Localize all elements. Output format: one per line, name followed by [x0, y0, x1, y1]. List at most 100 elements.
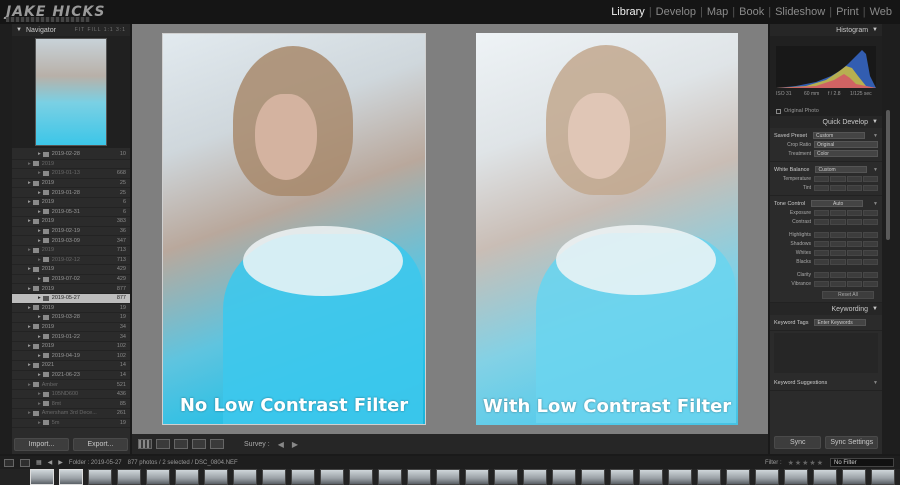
survey-view-icon[interactable] [192, 439, 206, 449]
folder-row[interactable]: ▸ 2019-04-19 102 [12, 351, 130, 362]
disclosure-triangle-icon[interactable]: ▸ [38, 391, 41, 397]
back-arrow-icon[interactable]: ◀ [48, 459, 53, 466]
folder-row[interactable]: ▸ 2019 34 [12, 323, 130, 333]
disclosure-triangle-icon[interactable]: ▸ [28, 382, 31, 388]
arrow-right-icon[interactable]: ▶ [292, 440, 298, 449]
crop-ratio-dropdown[interactable]: Original [814, 141, 878, 148]
filmstrip-thumbnail[interactable] [262, 469, 286, 485]
module-web[interactable]: Web [866, 6, 896, 18]
folder-row[interactable]: ▸ 2019 429 [12, 265, 130, 275]
filmstrip-thumbnail[interactable] [813, 469, 837, 485]
disclosure-triangle-icon[interactable]: ▸ [38, 257, 41, 263]
people-view-icon[interactable] [210, 439, 224, 449]
disclosure-triangle-icon[interactable]: ▸ [28, 286, 31, 292]
folder-row[interactable]: ▸ 105ND600 436 [12, 390, 130, 400]
filmstrip-thumbnail[interactable] [784, 469, 808, 485]
disclosure-triangle-icon[interactable]: ▸ [38, 209, 41, 215]
disclosure-triangle-icon[interactable]: ▸ [28, 324, 31, 330]
module-develop[interactable]: Develop [652, 6, 700, 18]
folder-row[interactable]: ▸ 2019 6 [12, 198, 130, 208]
right-panel-scrollbar[interactable] [886, 110, 890, 240]
filmstrip-thumbnail[interactable] [30, 469, 54, 485]
filmstrip-thumbnail[interactable] [610, 469, 634, 485]
folder-row[interactable]: ▸ 2019 25 [12, 179, 130, 189]
folder-row[interactable]: ▸ 2019-03-28 19 [12, 313, 130, 323]
blacks-stepper[interactable] [814, 258, 878, 265]
reset-all-button[interactable]: Reset All [822, 291, 874, 299]
forward-arrow-icon[interactable]: ▶ [58, 459, 63, 466]
filmstrip-thumbnail[interactable] [639, 469, 663, 485]
second-window-icon[interactable] [20, 458, 30, 467]
disclosure-triangle-icon[interactable]: ▸ [38, 372, 41, 378]
temperature-stepper[interactable] [814, 175, 878, 182]
folder-row[interactable]: ▸ 2019 102 [12, 342, 130, 352]
white-balance-dropdown[interactable]: Custom [815, 166, 868, 173]
folder-row[interactable]: ▸ 2019-05-27 877 [12, 293, 130, 304]
filmstrip-thumbnail[interactable] [204, 469, 228, 485]
tint-stepper[interactable] [814, 184, 878, 191]
filmstrip-thumbnail[interactable] [88, 469, 112, 485]
keyword-tags-dropdown[interactable]: Enter Keywords [814, 319, 867, 326]
disclosure-triangle-icon[interactable]: ▸ [38, 334, 41, 340]
filmstrip-thumbnail[interactable] [726, 469, 750, 485]
arrow-left-icon[interactable]: ◀ [278, 440, 284, 449]
filmstrip-thumbnail[interactable] [697, 469, 721, 485]
photo-with-filter[interactable]: With Low Contrast Filter [476, 33, 738, 425]
filmstrip-thumbnail[interactable] [146, 469, 170, 485]
folder-row[interactable]: ▸ 2019 [12, 160, 130, 170]
filmstrip-thumbnail[interactable] [871, 469, 895, 485]
folder-row[interactable]: ▸ 2021 14 [12, 361, 130, 371]
whites-stepper[interactable] [814, 249, 878, 256]
rating-filter-stars[interactable]: ★★★★★ [788, 459, 824, 467]
disclosure-triangle-icon[interactable]: ▸ [28, 180, 31, 186]
keywording-header[interactable]: Keywording ▼ [770, 303, 882, 315]
filmstrip-thumbnail[interactable] [175, 469, 199, 485]
module-print[interactable]: Print [832, 6, 863, 18]
disclosure-triangle-icon[interactable]: ▸ [38, 353, 41, 359]
folder-row[interactable]: ▸ 5m 19 [12, 419, 130, 428]
sync-settings-button[interactable]: Sync Settings [825, 436, 878, 449]
chevron-down-icon[interactable]: ▼ [873, 167, 878, 173]
right-panel-edge[interactable] [882, 24, 900, 454]
disclosure-triangle-icon[interactable]: ▸ [28, 199, 31, 205]
disclosure-triangle-icon[interactable]: ▸ [28, 161, 31, 167]
grid-view-icon[interactable] [138, 439, 152, 449]
filmstrip-thumbnail[interactable] [842, 469, 866, 485]
disclosure-triangle-icon[interactable]: ▸ [28, 362, 31, 368]
disclosure-triangle-icon[interactable]: ▸ [38, 190, 41, 196]
clarity-stepper[interactable] [814, 271, 878, 278]
filter-preset-dropdown[interactable]: No Filter [830, 458, 894, 467]
disclosure-triangle-icon[interactable]: ▸ [38, 401, 41, 407]
disclosure-triangle-icon[interactable]: ▸ [28, 305, 31, 311]
auto-tone-button[interactable]: Auto [811, 200, 864, 207]
folder-row[interactable]: ▸ 2019-01-13 668 [12, 169, 130, 179]
folder-row[interactable]: ▸ 2019 877 [12, 284, 130, 294]
filmstrip-thumbnail[interactable] [523, 469, 547, 485]
left-panel-edge[interactable] [0, 24, 12, 454]
navigator-preview[interactable] [12, 36, 130, 148]
filmstrip-thumbnail[interactable] [465, 469, 489, 485]
exposure-stepper[interactable] [814, 209, 878, 216]
main-window-icon[interactable] [4, 458, 14, 467]
keyword-input-area[interactable] [774, 333, 878, 373]
disclosure-triangle-icon[interactable]: ▸ [38, 238, 41, 244]
selection-count[interactable]: 877 photos / 2 selected / DSC_0804.NEF [128, 460, 238, 466]
disclosure-triangle-icon[interactable]: ▸ [28, 410, 31, 416]
folder-row[interactable]: ▸ 2019 19 [12, 304, 130, 314]
filmstrip-thumbnail[interactable] [117, 469, 141, 485]
disclosure-triangle-icon[interactable]: ▸ [28, 218, 31, 224]
filmstrip-thumbnail[interactable] [349, 469, 373, 485]
navigator-header[interactable]: ▼ Navigator FIT FILL 1:1 3:1 [12, 24, 130, 36]
chevron-down-icon[interactable]: ▼ [873, 133, 878, 139]
disclosure-triangle-icon[interactable]: ▸ [38, 276, 41, 282]
disclosure-triangle-icon[interactable]: ▸ [28, 266, 31, 272]
filmstrip-thumbnail[interactable] [59, 469, 83, 485]
saved-preset-dropdown[interactable]: Custom [813, 132, 866, 139]
filmstrip-thumbnail[interactable] [291, 469, 315, 485]
vibrance-stepper[interactable] [814, 280, 878, 287]
folder-row[interactable]: ▸ 8mt 85 [12, 399, 130, 410]
folder-row[interactable]: ▸ 2019 713 [12, 246, 130, 256]
module-map[interactable]: Map [703, 6, 732, 18]
filmstrip-thumbnail[interactable] [552, 469, 576, 485]
loupe-view-icon[interactable] [156, 439, 170, 449]
